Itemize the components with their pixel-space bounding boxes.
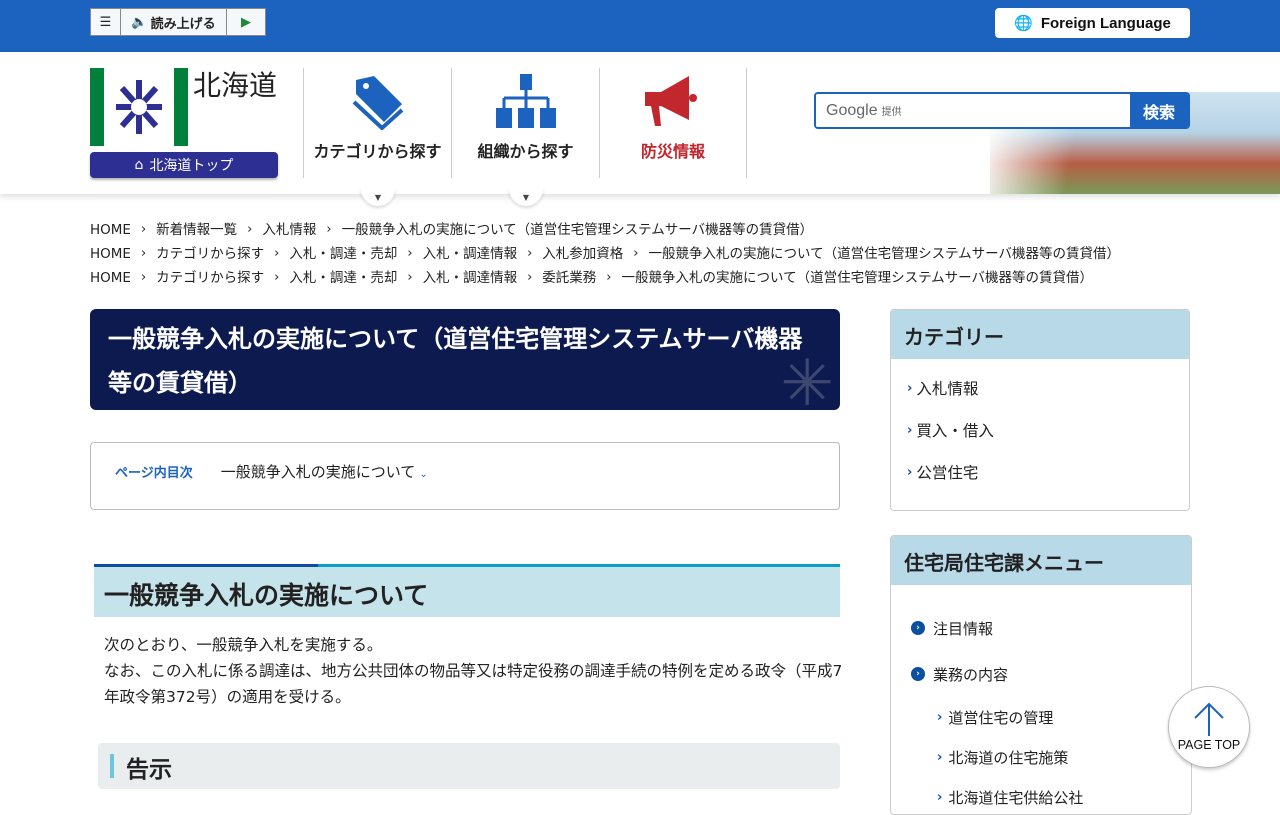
home-icon: ⌂: [134, 157, 144, 173]
breadcrumb-link: 一般競争入札の実施について（道営住宅管理システムサーバ機器等の賃貸借）: [648, 246, 1121, 262]
hamburger-icon: ☰: [99, 14, 112, 30]
circle-chevron-icon: ›: [911, 621, 925, 635]
nav-disaster-info[interactable]: 防災情報: [599, 68, 747, 178]
breadcrumb-link[interactable]: 入札・調達・売却: [289, 242, 397, 266]
chevron-right-icon: ›: [326, 222, 332, 237]
chevron-right-icon: ›: [274, 246, 280, 261]
nav-category[interactable]: カテゴリから探す: [303, 68, 451, 178]
category-link[interactable]: › 入札情報: [891, 367, 1189, 409]
arrow-up-icon: [1194, 702, 1224, 736]
star-emblem-icon: [116, 80, 162, 134]
breadcrumb-link[interactable]: カテゴリから探す: [156, 242, 264, 266]
breadcrumb-trail: HOME › 新着情報一覧 › 入札情報 › 一般競争入札の実施について（道営住宅管理システ…: [90, 218, 1120, 242]
chevron-right-icon: ›: [937, 749, 943, 765]
page-top-button[interactable]: PAGE TOP: [1168, 686, 1250, 768]
hokkaido-logo[interactable]: [90, 68, 188, 146]
foreign-language-button[interactable]: 🌐 Foreign Language: [995, 8, 1190, 38]
page-title: 一般競争入札の実施について（道営住宅管理システムサーバ機器等の賃貸借） ✳: [90, 309, 840, 410]
toc-label: ページ内目次: [115, 465, 193, 481]
chevron-right-icon: ›: [140, 270, 147, 285]
circle-chevron-icon: ›: [911, 667, 925, 681]
breadcrumb-link[interactable]: 入札参加資格: [542, 242, 623, 266]
menu-button[interactable]: ☰: [91, 9, 121, 35]
category-link[interactable]: › 公営住宅: [891, 451, 1189, 493]
chevron-down-icon: ⌄: [419, 468, 428, 480]
chevron-right-icon: ›: [907, 422, 913, 438]
chevron-right-icon: ›: [907, 464, 913, 480]
site-header: 北海道 ⌂ 北海道トップ カテゴリから探す 組織から探す 防災情報 ▼ ▼ Goo…: [0, 52, 1280, 206]
subsection-heading: 告示: [98, 743, 840, 789]
hokkaido-top-link[interactable]: ⌂ 北海道トップ: [90, 152, 278, 178]
menu-link[interactable]: › 業務の内容: [891, 651, 1191, 697]
search-button[interactable]: 検索: [1130, 94, 1188, 127]
chevron-right-icon: ›: [937, 709, 943, 725]
chevron-right-icon: ›: [907, 380, 913, 396]
breadcrumb-link: 一般競争入札の実施について（道営住宅管理システムサーバ機器等の賃貸借）: [621, 270, 1094, 286]
category-dropdown-toggle[interactable]: ▼: [361, 188, 395, 206]
section-heading: 一般競争入札の実施について: [94, 564, 840, 617]
chevron-right-icon: ›: [937, 789, 943, 805]
breadcrumb-link[interactable]: HOME: [90, 218, 131, 242]
category-box: カテゴリー › 入札情報 › 買入・借入 › 公営住宅: [890, 309, 1190, 511]
menu-link[interactable]: › 北海道の住宅施策: [891, 737, 1191, 777]
top-bar: ☰ 🔈 読み上げる ▶ 🌐 Foreign Language: [0, 0, 1280, 52]
site-search: Google 提供 検索: [814, 92, 1190, 129]
chevron-right-icon: ›: [140, 222, 147, 237]
chevron-right-icon: ›: [407, 246, 413, 261]
breadcrumb-link: 一般競争入札の実施について（道営住宅管理システムサーバ機器等の賃貸借）: [341, 222, 814, 238]
breadcrumb-link[interactable]: HOME: [90, 242, 131, 266]
breadcrumb-trail: HOME › カテゴリから探す › 入札・調達・売却 › 入札・調達情報 › 委託業務 › 一般競争…: [90, 266, 1120, 290]
chevron-right-icon: ›: [527, 270, 533, 285]
google-provider-label: Google 提供: [826, 102, 902, 119]
menu-link[interactable]: › 道営住宅の管理: [891, 697, 1191, 737]
breadcrumb-link[interactable]: 入札・調達・売却: [289, 266, 397, 290]
breadcrumb-link[interactable]: 入札情報: [262, 218, 316, 242]
nav-organization[interactable]: 組織から探す: [451, 68, 599, 178]
speaker-icon: 🔈: [131, 14, 148, 30]
star-emblem-icon: ✳: [780, 347, 834, 410]
org-chart-icon: [495, 74, 556, 128]
toc-link[interactable]: 一般競争入札の実施について ⌄: [221, 461, 428, 482]
tag-icon: [352, 76, 403, 130]
menu-link[interactable]: › 注目情報: [891, 605, 1191, 651]
read-aloud-button[interactable]: 🔈 読み上げる: [121, 9, 227, 35]
breadcrumb-link[interactable]: 入札・調達情報: [423, 266, 518, 290]
breadcrumb-link[interactable]: カテゴリから探す: [156, 266, 264, 290]
play-icon: ▶: [241, 14, 251, 30]
category-title: カテゴリー: [891, 310, 1189, 359]
organization-dropdown-toggle[interactable]: ▼: [509, 188, 543, 206]
breadcrumb-link[interactable]: 新着情報一覧: [156, 218, 237, 242]
megaphone-icon: [645, 76, 697, 126]
menu-box: 住宅局住宅課メニュー › 注目情報 › 業務の内容 › 道営住宅の管理 › 北海道の住宅施策 ›…: [890, 535, 1192, 815]
chevron-right-icon: ›: [274, 270, 280, 285]
menu-link[interactable]: › 北海道住宅供給公社: [891, 777, 1191, 814]
section-body: 次のとおり、一般競争入札を実施する。 なお、この入札に係る調達は、地方公共団体の…: [104, 636, 843, 706]
play-button[interactable]: ▶: [227, 9, 265, 35]
breadcrumb-link[interactable]: 入札・調達情報: [423, 242, 518, 266]
breadcrumbs: HOME › 新着情報一覧 › 入札情報 › 一般競争入札の実施について（道営住宅管理システ…: [90, 218, 1120, 290]
chevron-right-icon: ›: [633, 246, 639, 261]
chevron-right-icon: ›: [140, 246, 147, 261]
menu-title: 住宅局住宅課メニュー: [891, 536, 1191, 585]
chevron-right-icon: ›: [606, 270, 612, 285]
read-aloud-toolbar: ☰ 🔈 読み上げる ▶: [90, 8, 266, 36]
chevron-right-icon: ›: [527, 246, 533, 261]
prefecture-name: 北海道: [193, 69, 278, 102]
page-toc: ページ内目次 一般競争入札の実施について ⌄: [90, 442, 840, 510]
globe-icon: 🌐: [1014, 15, 1033, 32]
breadcrumb-link[interactable]: HOME: [90, 266, 131, 290]
breadcrumb-trail: HOME › カテゴリから探す › 入札・調達・売却 › 入札・調達情報 › 入札参加資格 › 一般…: [90, 242, 1120, 266]
category-link[interactable]: › 買入・借入: [891, 409, 1189, 451]
chevron-right-icon: ›: [407, 270, 413, 285]
chevron-right-icon: ›: [247, 222, 253, 237]
breadcrumb-link[interactable]: 委託業務: [542, 266, 596, 290]
